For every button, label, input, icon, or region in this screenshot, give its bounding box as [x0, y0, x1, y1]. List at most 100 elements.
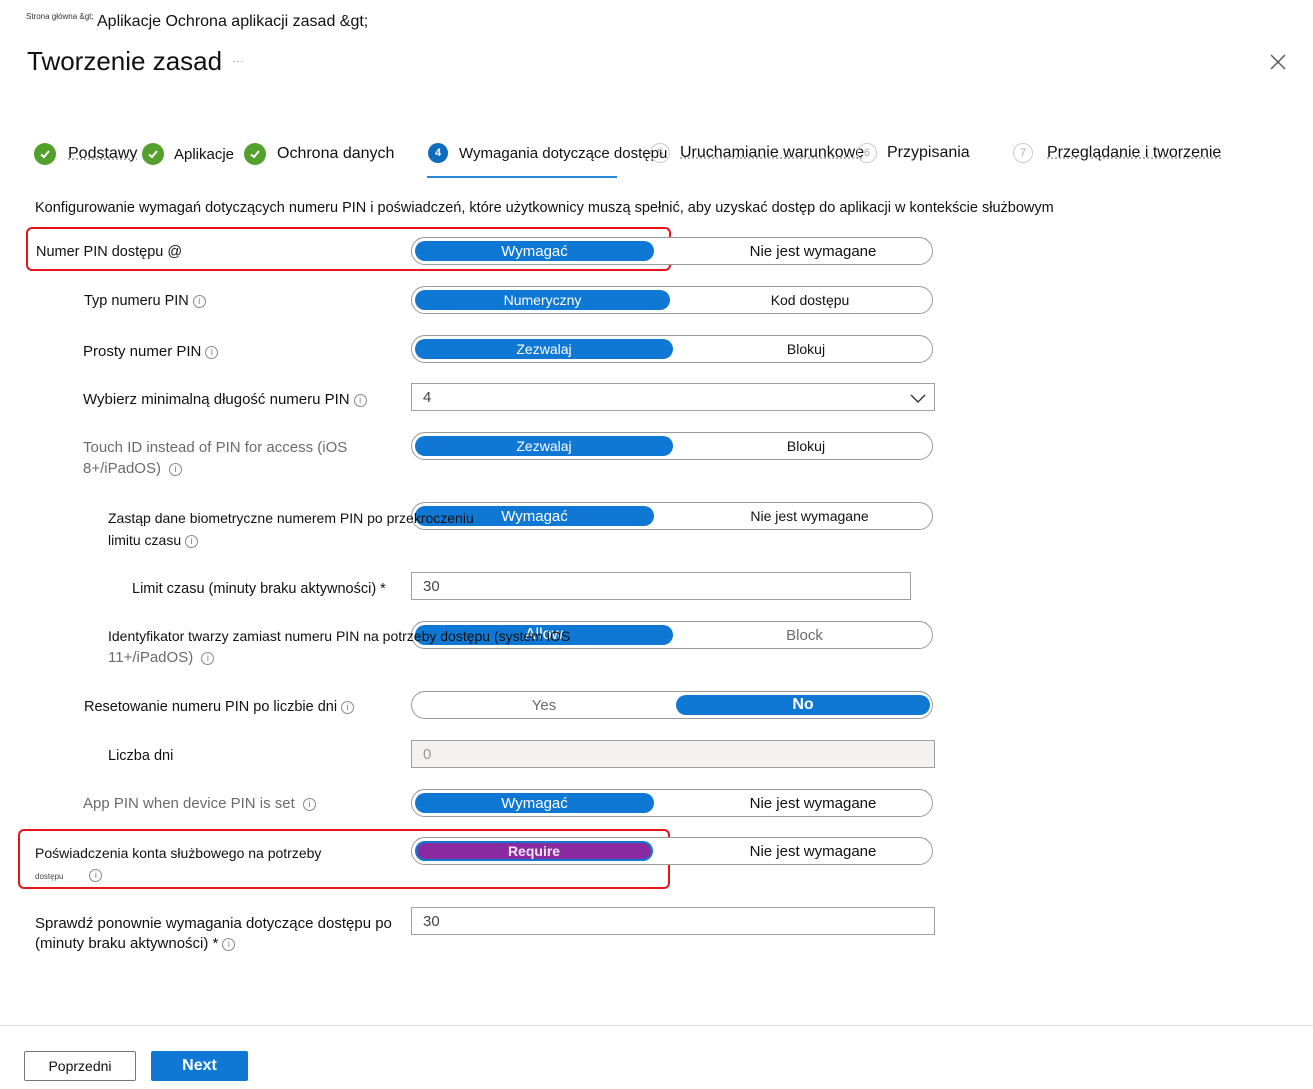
chevron-down-icon [910, 391, 926, 403]
days-label: Liczba dni [108, 748, 174, 764]
option-not-required[interactable]: Nie jest wymagane [672, 793, 954, 813]
recheck-label-wrap: Sprawdź ponownie wymagania dotyczące dos… [35, 914, 392, 954]
pin-access-label: Numer PIN dostępu @ [36, 244, 183, 260]
app-pin-label: App PIN when device PIN is set [83, 795, 295, 812]
simple-pin-toggle[interactable]: Zezwalaj Blokuj [411, 335, 933, 363]
touch-id-label: Touch ID instead of PIN for access (iOS [83, 439, 348, 456]
pin-reset-label-wrap: Resetowanie numeru PIN po liczbie dni i [84, 697, 355, 718]
min-length-label-wrap: Wybierz minimalną długość numeru PIN i [83, 389, 367, 410]
pin-type-toggle[interactable]: Numeryczny Kod dostępu [411, 286, 933, 314]
option-passcode[interactable]: Kod dostępu [680, 290, 940, 310]
override-biometrics-label-wrap: Zastąp dane biometryczne numerem PIN po … [108, 507, 474, 551]
previous-button[interactable]: Poprzedni [24, 1051, 136, 1081]
work-credentials-label-wrap: Poświadczenia konta służbowego na potrze… [35, 843, 321, 887]
step-label: Wymagania dotyczące dostępu [459, 144, 668, 162]
option-block[interactable]: Blokuj [677, 436, 935, 456]
info-icon[interactable]: i [169, 462, 183, 476]
option-not-required[interactable]: Nie jest wymagane [672, 841, 954, 861]
step-aplikacje[interactable]: Aplikacje [142, 143, 234, 165]
override-biometrics-toggle[interactable]: Wymagać Nie jest wymagane [411, 502, 933, 530]
app-pin-toggle[interactable]: Wymagać Nie jest wymagane [411, 789, 933, 817]
option-not-required[interactable]: Nie jest wymagane [672, 241, 954, 261]
option-block[interactable]: Blokuj [677, 339, 935, 359]
next-button[interactable]: Next [151, 1051, 248, 1081]
option-require[interactable]: Wymagać [415, 241, 654, 261]
recheck-value: 30 [423, 912, 440, 930]
work-credentials-label: Poświadczenia konta służbowego na potrze… [35, 845, 322, 861]
pin-access-toggle[interactable]: Wymagać Nie jest wymagane [411, 237, 933, 265]
face-id-label-wrap: Identyfikator twarzy zamiast numeru PIN … [108, 626, 570, 668]
option-allow[interactable]: Zezwalaj [415, 436, 673, 456]
simple-pin-label: Prosty numer PIN [83, 343, 202, 360]
step-label: Aplikacje [174, 145, 235, 163]
option-block[interactable]: Block [677, 625, 932, 645]
step-label: Ochrona danych [277, 145, 395, 162]
info-icon[interactable]: i [205, 345, 219, 359]
info-icon[interactable]: i [89, 868, 103, 882]
info-icon[interactable]: i [341, 700, 355, 714]
step-wymagania[interactable]: 4 Wymagania dotyczące dostępu [428, 143, 667, 163]
breadcrumb-home[interactable]: Strona główna &gt; [26, 12, 94, 21]
check-icon [34, 143, 56, 165]
pin-reset-toggle[interactable]: Yes No [411, 691, 933, 719]
step-label: Podstawy [68, 145, 138, 162]
touch-id-label-2: 8+/iPadOS) [83, 460, 161, 477]
step-number: 6 [857, 143, 877, 163]
option-require[interactable]: Wymagać [415, 793, 654, 813]
step-ochrona-danych[interactable]: Ochrona danych [244, 143, 394, 165]
check-icon [142, 143, 164, 165]
info-icon[interactable]: i [302, 797, 316, 811]
option-allow[interactable]: Zezwalaj [415, 339, 673, 359]
timeout-value: 30 [423, 577, 440, 595]
current-step-indicator [427, 176, 617, 178]
timeout-input[interactable]: 30 [411, 572, 911, 600]
title-more-icon[interactable]: ... [233, 54, 244, 65]
simple-pin-label-wrap: Prosty numer PIN i [83, 341, 219, 362]
breadcrumb-path[interactable]: Aplikacje Ochrona aplikacji zasad &gt; [97, 13, 368, 31]
step-number: 5 [650, 143, 670, 163]
step-label: Przeglądanie i tworzenie [1047, 144, 1222, 161]
days-input: 0 [411, 740, 935, 768]
pin-type-label-wrap: Typ numeru PIN i [84, 291, 206, 312]
section-description: Konfigurowanie wymagań dotyczących numer… [35, 200, 1054, 216]
step-label: Przypisania [887, 144, 970, 161]
footer-divider [0, 1025, 1313, 1026]
info-icon[interactable]: i [201, 651, 215, 665]
step-number: 4 [428, 143, 448, 163]
recheck-label: Sprawdź ponownie wymagania dotyczące dos… [35, 915, 392, 932]
step-przegladanie[interactable]: 7 Przeglądanie i tworzenie [1013, 143, 1221, 163]
option-not-required[interactable]: Nie jest wymagane [672, 506, 947, 526]
option-require[interactable]: Require [415, 841, 653, 861]
option-no[interactable]: No [676, 695, 930, 715]
work-credentials-label-2: dostępu [35, 872, 64, 881]
info-icon[interactable]: i [353, 393, 367, 407]
option-yes[interactable]: Yes [415, 695, 673, 715]
info-icon[interactable]: i [185, 534, 199, 548]
recheck-input[interactable]: 30 [411, 907, 935, 935]
info-icon[interactable]: i [192, 294, 206, 308]
work-credentials-toggle[interactable]: Require Nie jest wymagane [411, 837, 933, 865]
override-biometrics-label-2: limitu czasu [108, 532, 182, 548]
recheck-label-2: (minuty braku aktywności) * [35, 935, 219, 952]
step-podstawy[interactable]: Podstawy [34, 143, 137, 165]
timeout-label: Limit czasu (minuty braku aktywności) * [132, 581, 386, 597]
info-icon[interactable]: i [222, 937, 236, 951]
step-uruchamianie[interactable]: 5 Uruchamianie warunkowe [650, 143, 864, 163]
app-pin-label-wrap: App PIN when device PIN is set i [83, 793, 316, 814]
page-title: Tworzenie zasad [27, 46, 223, 76]
min-length-dropdown[interactable]: 4 [411, 383, 935, 411]
min-length-label: Wybierz minimalną długość numeru PIN [83, 391, 350, 408]
override-biometrics-label: Zastąp dane biometryczne numerem PIN po … [108, 510, 474, 526]
check-icon [244, 143, 266, 165]
step-number: 7 [1013, 143, 1033, 163]
step-label: Uruchamianie warunkowe [680, 144, 865, 161]
close-icon[interactable] [1268, 52, 1288, 72]
pin-type-label: Typ numeru PIN [84, 293, 189, 309]
step-przypisania[interactable]: 6 Przypisania [857, 143, 970, 163]
option-numeric[interactable]: Numeryczny [415, 290, 670, 310]
touch-id-toggle[interactable]: Zezwalaj Blokuj [411, 432, 933, 460]
face-id-label: Identyfikator twarzy zamiast numeru PIN … [108, 628, 571, 644]
days-value: 0 [423, 745, 432, 763]
min-length-value: 4 [423, 388, 432, 406]
touch-id-label-wrap: Touch ID instead of PIN for access (iOS … [83, 437, 347, 479]
